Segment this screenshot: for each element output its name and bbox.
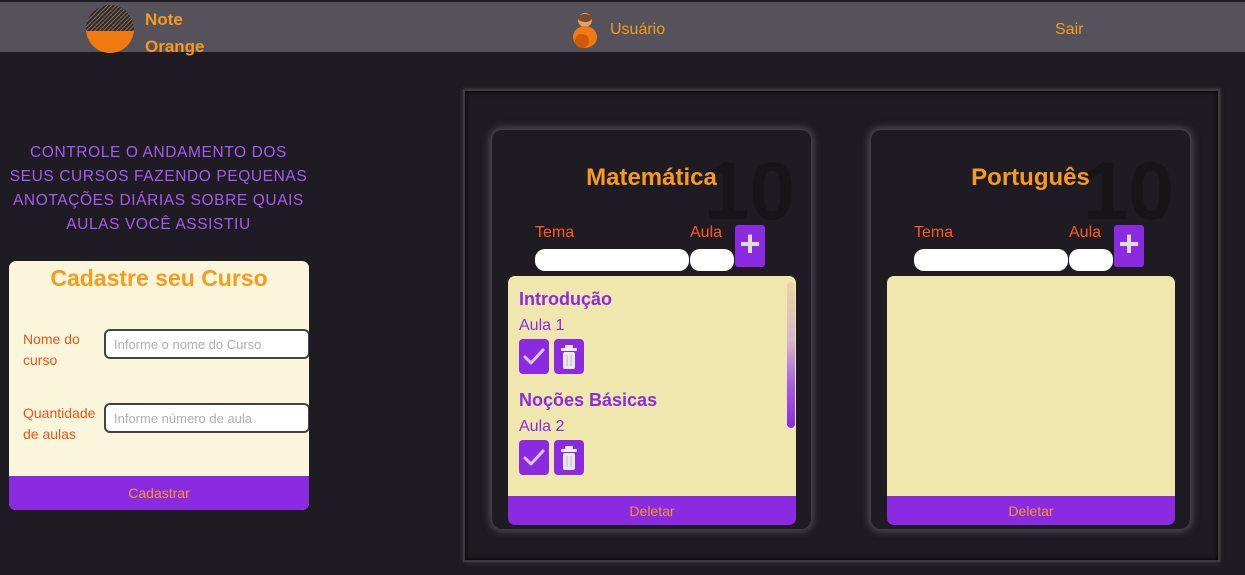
form-title: Cadastre seu Curso (50, 265, 268, 291)
app-logo-text: Note Orange (145, 6, 205, 60)
lesson-list: Introdução Aula 1 Noções Básicas Aula 2 (508, 276, 796, 496)
tema-input[interactable] (535, 249, 689, 271)
course-lesson-count: 10 (703, 146, 795, 237)
course-title: Português (971, 164, 1090, 191)
aula-input[interactable] (1069, 249, 1113, 271)
logout-link[interactable]: Sair (1055, 21, 1083, 39)
delete-course-button[interactable]: Deletar (887, 496, 1175, 525)
user-menu-link[interactable]: Usuário (610, 21, 665, 39)
lesson-list (887, 276, 1175, 496)
lesson-item: Noções Básicas Aula 2 (519, 390, 657, 475)
lesson-actions (519, 440, 657, 475)
lesson-quantity-input[interactable] (104, 403, 309, 433)
lesson-aula: Aula 2 (519, 418, 565, 435)
lesson-aula: Aula 1 (519, 317, 565, 334)
course-title: Matemática (586, 164, 717, 191)
trash-icon (561, 445, 577, 470)
lesson-item: Introdução Aula 1 (519, 289, 612, 374)
course-lesson-count: 10 (1082, 146, 1174, 237)
add-lesson-button[interactable]: + (735, 225, 765, 267)
lesson-actions (519, 339, 612, 374)
user-avatar-icon[interactable] (571, 11, 599, 51)
check-icon (523, 449, 545, 465)
aula-label: Aula (1069, 224, 1102, 241)
logo-line-1: Note (145, 10, 183, 29)
course-card: 10 Português Tema Aula + Deletar (871, 130, 1190, 529)
lesson-list-scrollbar[interactable] (787, 282, 795, 428)
aula-input[interactable] (690, 249, 734, 271)
logo-line-2: Orange (145, 37, 205, 56)
check-icon (523, 348, 545, 364)
aula-label: Aula (690, 224, 723, 241)
course-name-input[interactable] (104, 329, 309, 359)
check-lesson-button[interactable] (519, 440, 549, 475)
course-name-label: Nome do curso (23, 331, 80, 368)
add-lesson-button[interactable]: + (1114, 225, 1144, 267)
tema-label: Tema (535, 224, 575, 241)
course-card: 10 Matemática Tema Aula + Introdução Aul… (492, 130, 811, 529)
lesson-quantity-label: Quantidade de aulas (23, 405, 96, 442)
note-orange-logo-icon (86, 5, 134, 53)
course-register-form: Cadastre seu Curso Nome do curso Quantid… (9, 261, 309, 510)
tagline-text: CONTROLE O ANDAMENTO DOS SEUS CURSOS FAZ… (9, 144, 308, 233)
check-lesson-button[interactable] (519, 339, 549, 374)
lesson-tema: Noções Básicas (519, 390, 658, 410)
delete-lesson-button[interactable] (554, 339, 584, 374)
trash-icon (561, 344, 577, 369)
tema-label: Tema (914, 224, 954, 241)
top-bar: Note Orange Usuário Sair (0, 2, 1245, 56)
register-button[interactable]: Cadastrar (9, 476, 309, 510)
lesson-tema: Introdução (519, 289, 612, 309)
delete-lesson-button[interactable] (554, 440, 584, 475)
tema-input[interactable] (914, 249, 1068, 271)
delete-course-button[interactable]: Deletar (508, 496, 796, 525)
